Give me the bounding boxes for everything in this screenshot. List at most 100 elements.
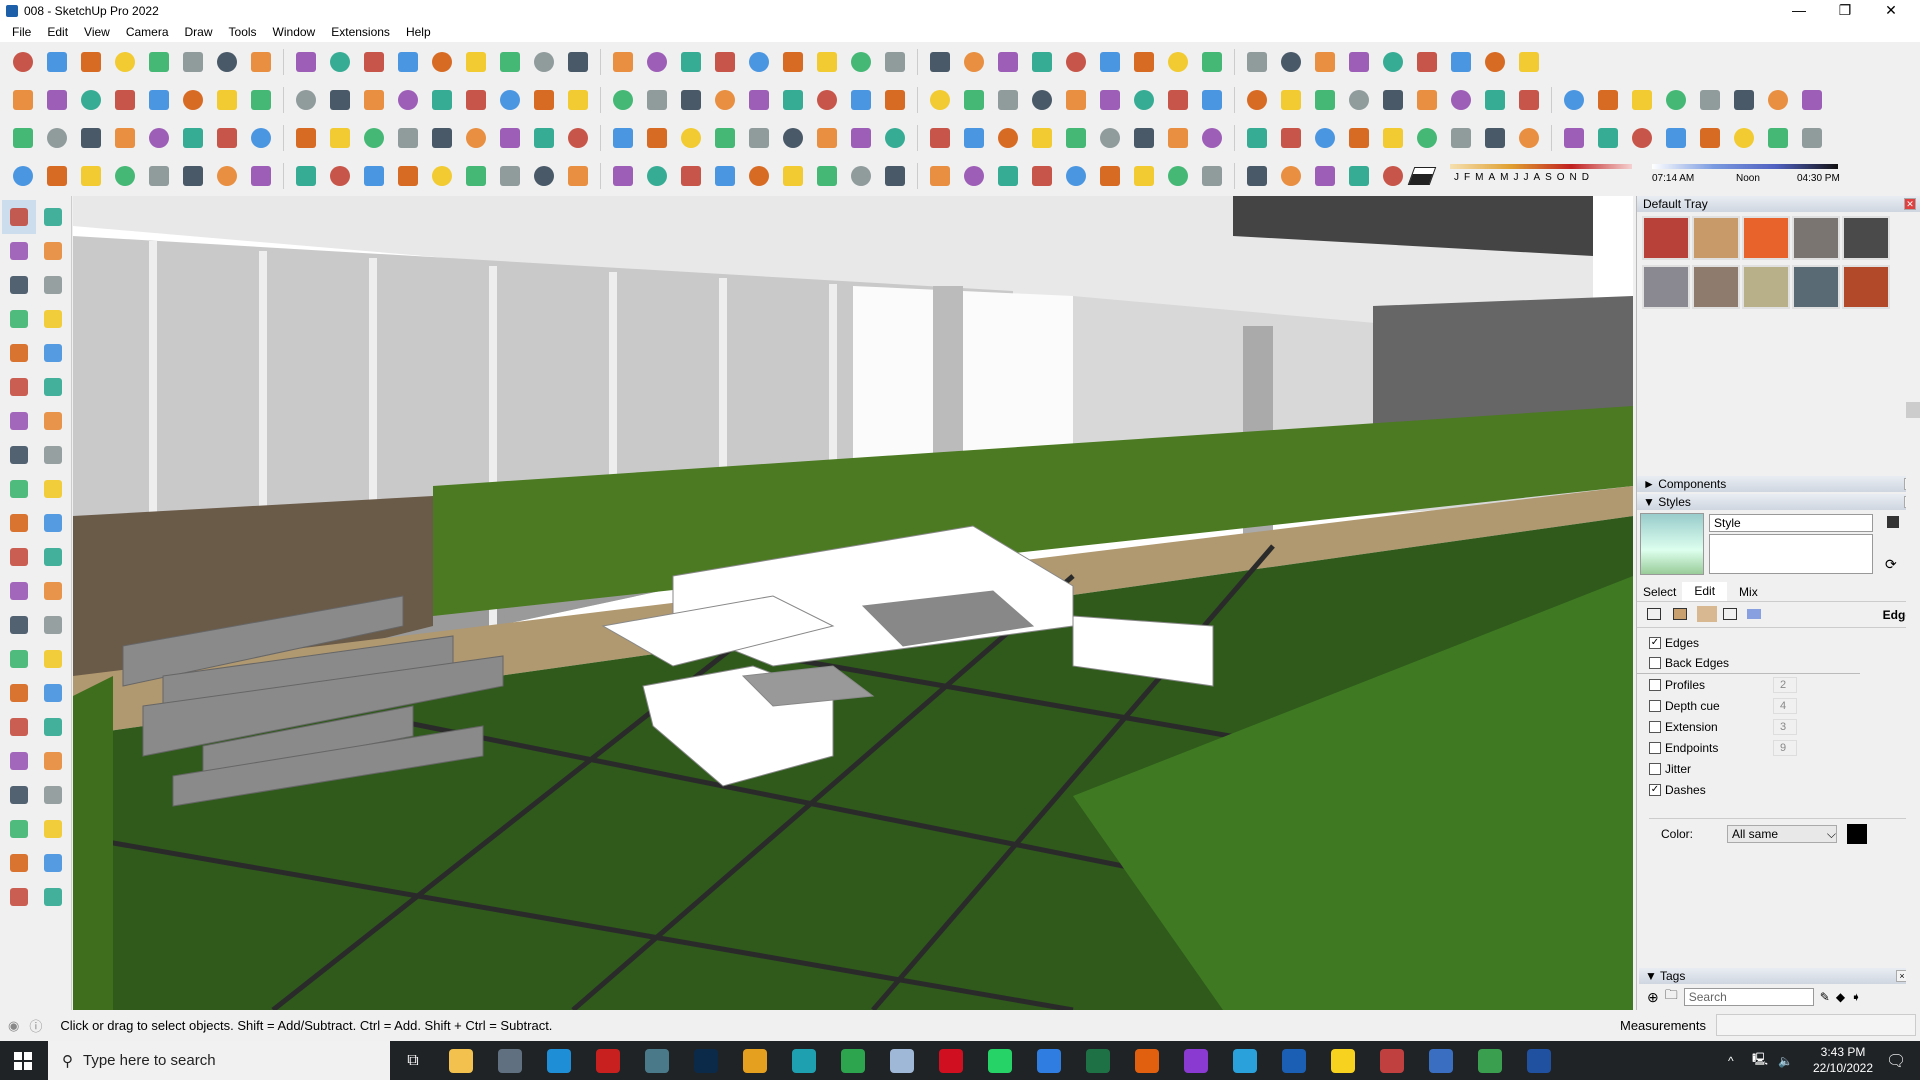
toolbar-button[interactable] (1276, 161, 1306, 191)
toolbar-button[interactable] (1378, 85, 1408, 115)
add-tag-folder-icon[interactable]: 🗀 (1665, 986, 1678, 1008)
tags-search-input[interactable]: Search (1683, 988, 1814, 1006)
tool-rotated-rect[interactable] (36, 336, 70, 370)
toolbar-button[interactable] (676, 161, 706, 191)
tool-select[interactable] (2, 200, 36, 234)
checkbox[interactable] (1649, 657, 1661, 669)
tool-section-plane[interactable] (36, 812, 70, 846)
network-icon[interactable]: 🖳 (1752, 1050, 1768, 1071)
toolbar-button[interactable] (144, 47, 174, 77)
toolbar-button[interactable] (1480, 47, 1510, 77)
tool-sandbox2[interactable] (36, 846, 70, 880)
tool-rotate[interactable] (2, 506, 36, 540)
taskbar-app-autocad[interactable] (583, 1041, 632, 1080)
toolbar-button[interactable] (246, 47, 276, 77)
tool-circle[interactable] (2, 370, 36, 404)
toolbar-button[interactable] (1129, 85, 1159, 115)
color-swatch[interactable] (1847, 823, 1867, 844)
toolbar-button[interactable] (778, 123, 808, 153)
toolbar-button[interactable] (993, 123, 1023, 153)
tool-previous[interactable] (36, 744, 70, 778)
tool-arc3[interactable] (2, 438, 36, 472)
tool-zoom-extents[interactable] (2, 744, 36, 778)
toolbar-button[interactable] (359, 47, 389, 77)
toolbar-button[interactable] (1276, 47, 1306, 77)
toolbar-button[interactable] (1514, 85, 1544, 115)
taskbar-app-excel[interactable] (1073, 1041, 1122, 1080)
tab-select[interactable]: Select (1637, 582, 1682, 601)
toolbar-button[interactable] (1593, 123, 1623, 153)
material-swatch[interactable] (1692, 216, 1740, 260)
toolbar-button[interactable] (846, 161, 876, 191)
material-swatch[interactable] (1742, 216, 1790, 260)
toolbar-button[interactable] (495, 123, 525, 153)
toolbar-button[interactable] (461, 123, 491, 153)
toolbar-button[interactable] (880, 123, 910, 153)
style-name-field[interactable]: Style (1709, 514, 1873, 532)
toolbar-button[interactable] (1797, 123, 1827, 153)
toolbar-button[interactable] (880, 85, 910, 115)
toolbar-button[interactable] (144, 161, 174, 191)
update-style-icon[interactable]: ⟳ (1885, 556, 1897, 573)
taskbar-app-app-g[interactable] (1122, 1041, 1171, 1080)
toolbar-button[interactable] (1197, 47, 1227, 77)
toolbar-button[interactable] (778, 85, 808, 115)
toolbar-button[interactable] (608, 161, 638, 191)
toolbar-button[interactable] (1310, 47, 1340, 77)
toolbar-button[interactable] (42, 123, 72, 153)
taskbar-app-sketchup-tray[interactable] (1416, 1041, 1465, 1080)
taskbar-app-podcast[interactable] (1171, 1041, 1220, 1080)
toolbar-button[interactable] (642, 161, 672, 191)
menu-draw[interactable]: Draw (177, 25, 221, 39)
taskbar-app-todo[interactable] (1024, 1041, 1073, 1080)
taskbar-app-shield[interactable] (1269, 1041, 1318, 1080)
toolbar-button[interactable] (1095, 85, 1125, 115)
notifications-icon[interactable]: 🗨 (1886, 1051, 1906, 1071)
toolbar-button[interactable] (993, 47, 1023, 77)
toolbar-button[interactable] (925, 161, 955, 191)
tag-details-icon[interactable]: ➧ (1851, 990, 1861, 1004)
add-tag-icon[interactable]: ⊕ (1647, 989, 1659, 1006)
checkbox[interactable] (1649, 762, 1661, 775)
tool-dimension[interactable] (36, 574, 70, 608)
tool-eraser[interactable] (36, 234, 70, 268)
checkbox[interactable] (1649, 678, 1661, 691)
material-swatch[interactable] (1842, 265, 1890, 309)
toolbar-button[interactable] (642, 85, 672, 115)
toolbar-button[interactable] (1446, 85, 1476, 115)
toolbar-button[interactable] (744, 123, 774, 153)
tool-pan[interactable] (36, 676, 70, 710)
toolbar-button[interactable] (1163, 47, 1193, 77)
tool-walk[interactable] (2, 812, 36, 846)
toolbar-button[interactable] (291, 85, 321, 115)
toolbar-button[interactable] (710, 85, 740, 115)
toolbar-button[interactable] (642, 47, 672, 77)
toolbar-button[interactable] (563, 47, 593, 77)
time-slider[interactable] (1652, 164, 1838, 169)
toolbar-button[interactable] (495, 85, 525, 115)
edge-settings-icon[interactable] (1647, 608, 1661, 620)
toolbar-button[interactable] (178, 161, 208, 191)
tool-text[interactable] (36, 608, 70, 642)
toolbar-button[interactable] (1378, 123, 1408, 153)
toolbar-button[interactable] (812, 123, 842, 153)
tag-color-icon[interactable]: ◆ (1836, 990, 1845, 1004)
toolbar-button[interactable] (1197, 161, 1227, 191)
tool-component[interactable] (2, 268, 36, 302)
toolbar-button[interactable] (1344, 123, 1374, 153)
toolbar-button[interactable] (1446, 123, 1476, 153)
tool-orbit2[interactable] (2, 676, 36, 710)
toolbar-button[interactable] (1559, 123, 1589, 153)
tool-push-pull[interactable] (36, 472, 70, 506)
checkbox[interactable] (1649, 699, 1661, 712)
tool-offset[interactable] (36, 540, 70, 574)
tool-move[interactable] (2, 472, 36, 506)
toolbar-button[interactable] (1344, 47, 1374, 77)
toolbar-button[interactable] (1163, 161, 1193, 191)
tool-axes[interactable] (2, 642, 36, 676)
toolbar-button[interactable] (880, 161, 910, 191)
toolbar-button[interactable] (495, 161, 525, 191)
toolbar-button[interactable] (529, 85, 559, 115)
toolbar-button[interactable] (8, 85, 38, 115)
background-settings-icon[interactable] (1697, 606, 1717, 622)
